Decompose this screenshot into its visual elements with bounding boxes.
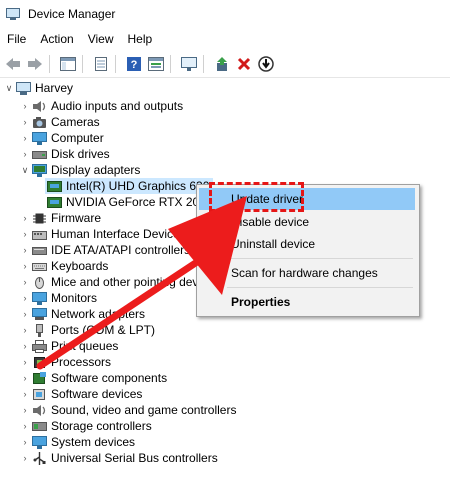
annotation-arrow-icon	[36, 196, 247, 370]
